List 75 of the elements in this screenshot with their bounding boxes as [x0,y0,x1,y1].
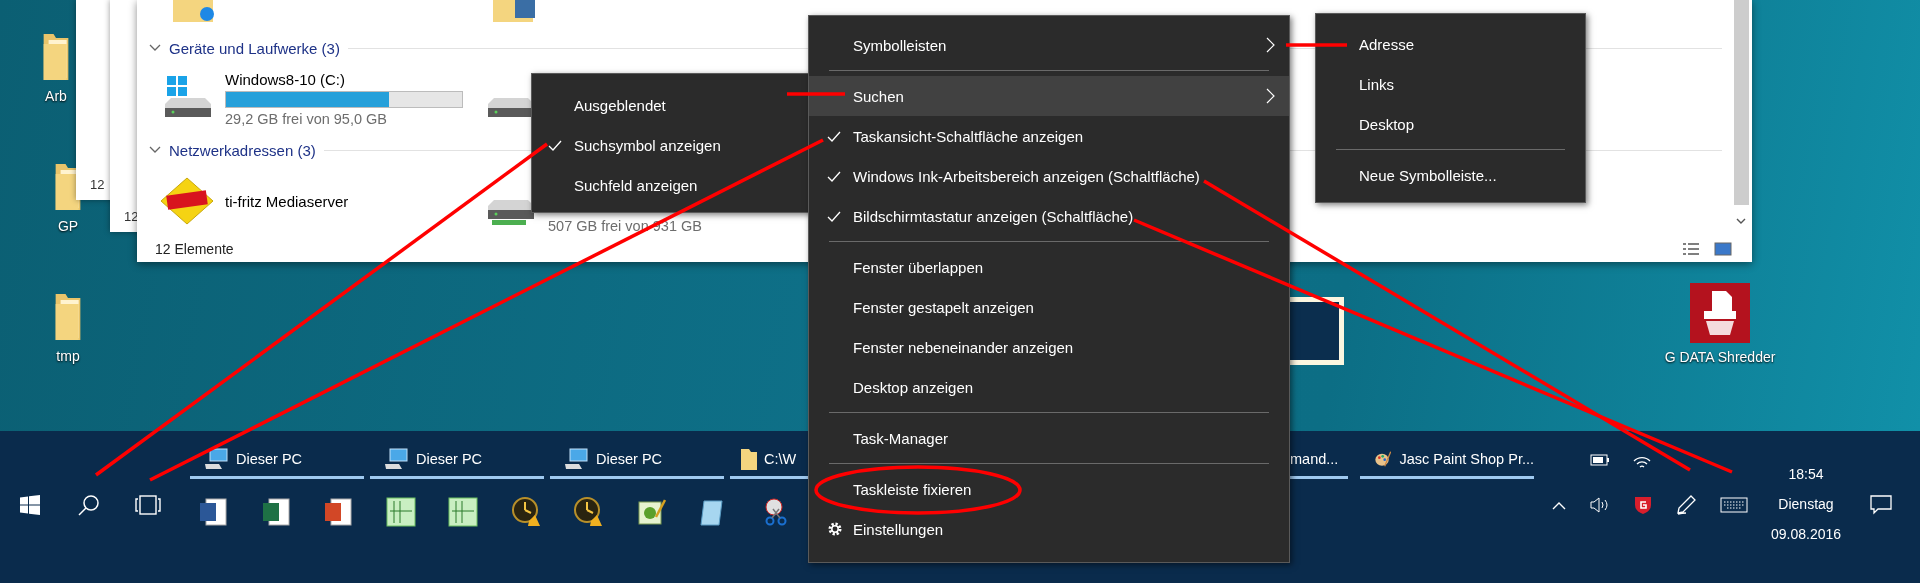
collapse-chevron-icon[interactable] [149,146,161,154]
scroll-down-icon[interactable] [1736,218,1746,225]
menu-item[interactable]: Suchfeld anzeigen [532,165,811,205]
computer-icon [204,447,228,470]
chevron-right-icon [1266,88,1275,104]
check-icon [827,211,841,222]
check-icon [827,171,841,182]
folder-icon [740,446,758,471]
menu-item[interactable]: Fenster gestapelt anzeigen [809,287,1289,327]
task-view-icon [134,495,161,515]
taskbar-window-button[interactable]: Dieser PC [550,441,724,479]
chevron-up-icon[interactable] [1552,500,1566,510]
check-icon [827,131,841,142]
item-name[interactable]: ti-fritz Mediaserver [225,192,349,210]
menu-item[interactable]: Suchen [809,76,1289,116]
desktop-icon-label[interactable]: GP [57,218,79,234]
clock-date: 09.08.2016 [1770,525,1842,543]
menu-item[interactable]: Task-Manager [809,418,1289,458]
clock[interactable]: 18:54 Dienstag 09.08.2016 [1766,431,1846,583]
menu-item[interactable]: Taskleiste fixieren [809,469,1289,509]
menu-item[interactable]: Ausgeblendet [532,85,811,125]
desktop-icon-label[interactable]: G DATA Shredder [1664,349,1776,365]
collapse-chevron-icon[interactable] [149,44,161,52]
speaker-icon[interactable] [1590,497,1610,513]
clock-icon [573,497,604,527]
group-header[interactable]: Geräte und Laufwerke (3) [169,39,340,57]
annotation-line [1286,43,1347,47]
menu-item[interactable]: Adresse [1316,24,1585,64]
chevron-right-icon [1266,37,1275,53]
status-text: 12 [90,177,105,192]
menu-item[interactable]: Neue Symbolleiste... [1316,155,1585,195]
desktop-icon-label[interactable]: tmp [56,348,80,364]
menu-item[interactable]: Windows Ink-Arbeitsbereich anzeigen (Schaltfläche) [809,156,1289,196]
status-text: 12 Elemente [155,241,234,257]
grid-chart-icon [448,497,479,527]
document-app-icon [198,497,229,527]
menu-item[interactable]: Suchsymbol anzeigen [532,125,811,165]
menu-item[interactable]: Einstellungen [809,509,1289,549]
editor-app-icon [635,497,666,527]
menu-item[interactable]: Fenster nebeneinander anzeigen [809,327,1289,367]
menu-item[interactable]: Symbolleisten [809,25,1289,65]
grid-chart-icon [385,497,416,527]
scrollbar-thumb[interactable] [1734,0,1749,205]
details-view-icon[interactable] [1682,242,1700,256]
clock-time: 18:54 [1788,465,1824,483]
group-header[interactable]: Netzwerkadressen (3) [169,141,316,159]
taskbar-window-button[interactable]: Dieser PC [370,441,544,479]
check-icon [548,140,562,151]
menu-item[interactable]: Desktop [1316,104,1585,144]
taskbar-window-button[interactable]: Dieser PC [190,441,364,479]
clock-day: Dienstag [1778,495,1834,513]
presentation-app-icon [323,497,354,527]
keyboard-icon[interactable] [1720,497,1748,513]
desktop-icon-label[interactable]: Arb [45,88,67,104]
item-name[interactable]: Windows8-10 (C:) [225,71,463,88]
menu-item[interactable]: Fenster überlappen [809,247,1289,287]
battery-icon[interactable] [1590,454,1610,466]
pen-icon[interactable] [1676,495,1696,515]
notification-icon[interactable] [1870,495,1892,515]
computer-icon [564,447,588,470]
menu-item[interactable]: Taskansicht-Schaltfläche anzeigen [809,116,1289,156]
taskbar-window-button[interactable]: Jasc Paint Shop Pr... [1360,441,1534,479]
shredder-icon[interactable] [1690,283,1750,343]
windows-logo-icon [19,495,40,515]
settings-icon [827,521,843,537]
computer-icon [384,447,408,470]
annotation-line [787,92,845,96]
menu-item[interactable]: Desktop anzeigen [809,367,1289,407]
menu-item[interactable]: Links [1316,64,1585,104]
spreadsheet-app-icon [260,497,291,527]
search-icon [77,494,100,516]
clock-icon [510,497,541,527]
menu-item[interactable]: Bildschirmtastatur anzeigen (Schaltfläche) [809,196,1289,236]
free-space-text: 29,2 GB frei von 95,0 GB [225,111,388,127]
shield-icon[interactable] [1634,495,1652,515]
